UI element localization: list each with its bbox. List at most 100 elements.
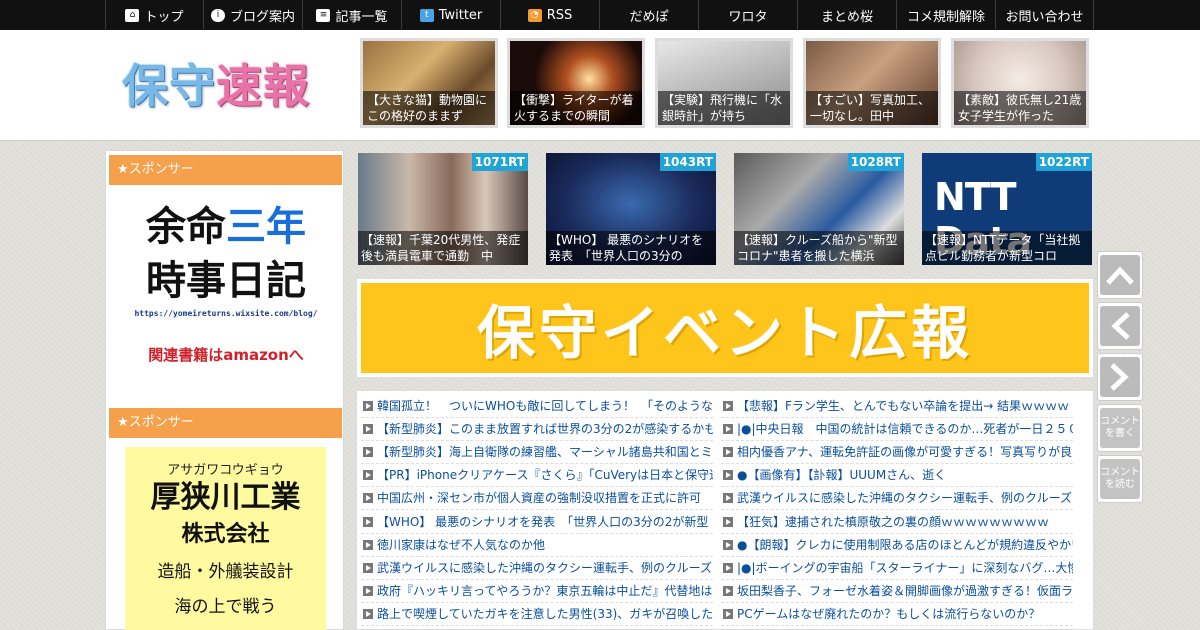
- thumb-caption: 【素敵】彼氏無し21歳女子学生が作った: [954, 91, 1086, 125]
- sponsor-ad-yomei[interactable]: 余命三年 時事日記 https://yomeireturns.wixsite.c…: [126, 201, 326, 381]
- nav-top[interactable]: ⌂ トップ: [105, 0, 203, 30]
- top-nav: ⌂ トップ i ブログ案内 ≡ 記事一覧 t Twitter ◔ RSS だめぽ…: [0, 0, 1200, 30]
- nav-article-list[interactable]: ≡ 記事一覧: [302, 0, 401, 30]
- chevron-right-icon: [1100, 357, 1140, 397]
- ad-tagline: 海の上で戦う: [174, 597, 277, 617]
- comment-write-button[interactable]: コメントを書く: [1097, 404, 1143, 452]
- list-item-title: 中国広州・深セン市が個人資産の強制没収措置を正式に許可: [377, 491, 702, 506]
- list-item-title: PCゲームはなぜ廃れたのか？もしくは流行らないのか？: [737, 606, 1041, 621]
- arrow-bullet-icon: [363, 608, 373, 619]
- list-item[interactable]: 【PR】iPhoneクリアケース『さくら』「CuVeryは日本と保守速: [361, 464, 713, 488]
- arrow-bullet-icon: [363, 447, 373, 458]
- ad-amazon-link[interactable]: 関連書籍はamazonへ: [126, 344, 326, 365]
- thumb-caption: 【大きな猫】動物園にこの格好のままず: [363, 91, 495, 125]
- sponsor-ad-asagawa[interactable]: アサガワコウギョウ 厚狭川工業 株式会社 造船・外艤装設計 海の上で戦う: [125, 447, 326, 630]
- list-item-title: |●|中央日報 中国の統計は信頼できるのか…死者が一日２５０: [737, 422, 1073, 437]
- ad-kana: アサガワコウギョウ: [167, 463, 284, 478]
- list-item-title: 武漢ウイルスに感染した沖縄のタクシー運転手、例のクルーズ: [377, 560, 713, 575]
- rt-thumb-4[interactable]: NTT Data 1022RT 【速報】NTTデータ「当社拠点ビル勤務者が新型コ…: [922, 153, 1092, 265]
- nav-damepo[interactable]: だめぽ: [599, 0, 698, 30]
- arrow-bullet-icon: [723, 447, 733, 458]
- list-item-title: 武漢ウイルスに感染した沖縄のタクシー運転手、例のクルーズ: [737, 491, 1073, 506]
- rt-thumb-3[interactable]: 1028RT 【速報】クルーズ船から"新型コロナ"患者を搬した横浜: [734, 153, 904, 265]
- sponsor-heading: ★スポンサー: [109, 155, 342, 185]
- list-item-title: 【新型肺炎】このまま放置すれば世界の3分の2が感染するかも: [377, 422, 713, 437]
- nav-label: RSS: [546, 7, 573, 23]
- rt-count-badge: 1043RT: [659, 153, 716, 171]
- list-item[interactable]: 武漢ウイルスに感染した沖縄のタクシー運転手、例のクルーズ: [361, 557, 713, 580]
- sponsor-heading: ★スポンサー: [109, 408, 342, 438]
- comment-read-button[interactable]: コメントを読む: [1097, 455, 1143, 503]
- list-item[interactable]: 坂田梨香子、フォーゼ水着姿＆開脚画像が過激すぎる！仮面ラ: [721, 580, 1073, 603]
- list-item[interactable]: 政府『ハッキリ言ってやろうか？東京五輪は中止だ』代替地は: [361, 580, 713, 603]
- arrow-bullet-icon: [363, 562, 373, 573]
- list-item[interactable]: 徳川家康はなぜ不人気なのか他: [361, 534, 713, 557]
- comment-write-label: コメントを書く: [1100, 408, 1140, 448]
- arrow-bullet-icon: [723, 401, 733, 412]
- thumb-caption: 【速報】千葉20代男性、発症後も満員電車で通勤 中: [358, 231, 528, 265]
- list-item[interactable]: 韓国孤立！ ついにWHOも敵に回してしまう！ 「そのような: [361, 395, 713, 419]
- nav-label: お問い合わせ: [1005, 9, 1084, 25]
- site-header: 保守速報 【大きな猫】動物園にこの格好のままず 【衝撃】ライターが着火するまでの…: [0, 30, 1200, 141]
- top-thumb-4[interactable]: 【すごい】写真加工、一切なし。田中: [803, 38, 941, 128]
- top-thumb-2[interactable]: 【衝撃】ライターが着火するまでの瞬間: [507, 38, 645, 128]
- list-icon: ≡: [316, 8, 331, 22]
- list-item[interactable]: ●【画像有】【訃報】UUUMさん、逝く: [721, 464, 1073, 488]
- top-thumb-3[interactable]: 【実験】飛行機に「水銀時計」が持ち: [655, 38, 793, 128]
- nav-warota[interactable]: ワロタ: [698, 0, 797, 30]
- arrow-bullet-icon: [363, 516, 373, 527]
- nav-comment-unblock[interactable]: コメ規制解除: [896, 0, 995, 30]
- thumb-caption: 【実験】飛行機に「水銀時計」が持ち: [658, 91, 790, 125]
- list-item-title: 路上で喫煙していたガキを注意した男性(33)、ガキが召喚した父: [377, 606, 713, 621]
- rt-thumb-1[interactable]: 1071RT 【速報】千葉20代男性、発症後も満員電車で通勤 中: [358, 153, 528, 265]
- list-item[interactable]: 路上で喫煙していたガキを注意した男性(33)、ガキが召喚した父: [361, 603, 713, 626]
- list-item[interactable]: 相内優香アナ、運転免許証の画像が可愛すぎる！写真写りが良: [721, 441, 1073, 465]
- top-thumb-5[interactable]: 【素敵】彼氏無し21歳女子学生が作った: [951, 38, 1089, 128]
- logo-part1: 保守: [122, 59, 216, 113]
- arrow-bullet-icon: [723, 539, 733, 550]
- list-item[interactable]: 中国広州・深セン市が個人資産の強制没収措置を正式に許可: [361, 487, 713, 511]
- list-item[interactable]: 【WHO】 最悪のシナリオを発表 「世界人口の3分の2が新型: [361, 510, 713, 534]
- nav-label: コメ規制解除: [906, 9, 985, 25]
- scroll-top-button[interactable]: [1097, 251, 1143, 299]
- ad-subtitle: 時事日記: [146, 258, 306, 304]
- arrow-bullet-icon: [363, 585, 373, 596]
- list-item[interactable]: ●【朗報】クレカに使用制限ある店のほとんどが規約違反やかい: [721, 534, 1073, 557]
- arrow-bullet-icon: [723, 424, 733, 435]
- sidebar: ★スポンサー 余命三年 時事日記 https://yomeireturns.wi…: [105, 150, 344, 630]
- arrow-bullet-icon: [363, 424, 373, 435]
- rt-count-badge: 1028RT: [847, 153, 904, 171]
- list-item-title: 【WHO】 最悪のシナリオを発表 「世界人口の3分の2が新型: [377, 514, 709, 529]
- nav-rss[interactable]: ◔ RSS: [500, 0, 599, 30]
- next-article-button[interactable]: [1097, 353, 1143, 401]
- nav-matome-sakura[interactable]: まとめ桜: [797, 0, 896, 30]
- thumb-caption: 【衝撃】ライターが着火するまでの瞬間: [510, 91, 642, 125]
- site-logo[interactable]: 保守速報: [122, 50, 310, 116]
- list-item[interactable]: 【狂気】逮捕された槙原敬之の裏の顔ｗｗｗｗｗｗｗｗｗ: [721, 510, 1073, 534]
- list-item[interactable]: 【新型肺炎】海上自衛隊の練習艦、マーシャル諸島共和国とミ: [361, 441, 713, 465]
- list-item-title: |●|ボーイングの宇宙船「スターライナー」に深刻なバグ…大惨: [737, 560, 1073, 575]
- nav-label: 記事一覧: [335, 9, 388, 25]
- event-banner[interactable]: 保守イベント広報: [356, 278, 1094, 378]
- list-item[interactable]: 武漢ウイルスに感染した沖縄のタクシー運転手、例のクルーズ: [721, 487, 1073, 511]
- prev-article-button[interactable]: [1097, 302, 1143, 350]
- list-item-title: ●【朗報】クレカに使用制限ある店のほとんどが規約違反やかい: [737, 537, 1073, 552]
- list-item[interactable]: 【悲報】Fラン学生、とんでもない卒論を提出→ 結果ｗｗｗｗ: [721, 395, 1073, 419]
- list-item[interactable]: |●|ボーイングの宇宙船「スターライナー」に深刻なバグ…大惨: [721, 557, 1073, 580]
- nav-label: ブログ案内: [229, 9, 295, 25]
- arrow-bullet-icon: [723, 516, 733, 527]
- nav-blog-guide[interactable]: i ブログ案内: [203, 0, 302, 30]
- logo-part2: 速報: [216, 59, 310, 113]
- list-item[interactable]: 【新型肺炎】このまま放置すれば世界の3分の2が感染するかも: [361, 418, 713, 442]
- nav-contact[interactable]: お問い合わせ: [995, 0, 1094, 30]
- thumb-caption: 【速報】NTTデータ「当社拠点ビル勤務者が新型コロ: [922, 231, 1092, 265]
- arrow-bullet-icon: [723, 608, 733, 619]
- list-item[interactable]: |●|中央日報 中国の統計は信頼できるのか…死者が一日２５０: [721, 418, 1073, 442]
- nav-twitter[interactable]: t Twitter: [401, 0, 500, 30]
- list-item[interactable]: PCゲームはなぜ廃れたのか？もしくは流行らないのか？: [721, 603, 1073, 626]
- arrow-bullet-icon: [363, 539, 373, 550]
- arrow-bullet-icon: [723, 585, 733, 596]
- top-thumb-1[interactable]: 【大きな猫】動物園にこの格好のままず: [360, 38, 498, 128]
- banner-text: 保守イベント広報: [476, 299, 973, 367]
- rt-thumb-2[interactable]: 1043RT 【WHO】 最悪のシナリオを発表 「世界人口の3分の: [546, 153, 716, 265]
